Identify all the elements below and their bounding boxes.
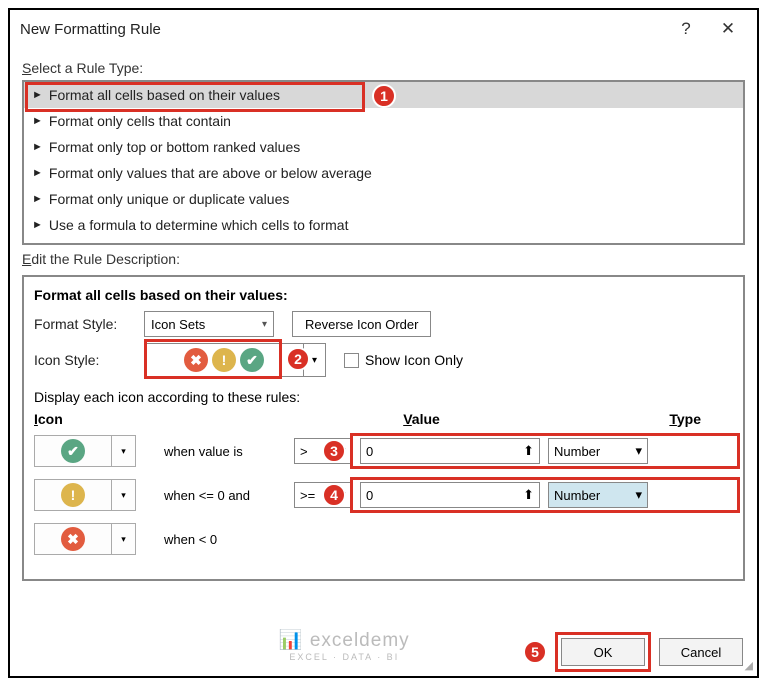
- chevron-down-icon: ▾: [635, 487, 642, 503]
- cancel-button[interactable]: Cancel: [659, 638, 743, 666]
- when-label: when <= 0 and: [164, 488, 294, 503]
- titlebar: New Formatting Rule ? ✕: [10, 10, 757, 48]
- desc-header: Format all cells based on their values:: [34, 287, 733, 303]
- value-input[interactable]: 0⬆: [360, 438, 540, 464]
- icon-red-x: ✖: [184, 348, 208, 372]
- chevron-down-icon: ▾: [262, 319, 267, 330]
- icon-rule-row: ✔ ▾ when value is >▾ 0⬆ Number▾ 3: [34, 431, 733, 471]
- format-style-label: Format Style:: [34, 316, 144, 332]
- icon-green-check: ✔: [61, 439, 85, 463]
- format-style-combo[interactable]: Icon Sets▾: [144, 311, 274, 337]
- rule-type-item[interactable]: ►Format only top or bottom ranked values: [24, 134, 743, 160]
- range-picker-icon[interactable]: ⬆: [523, 443, 534, 459]
- rule-type-item[interactable]: ►Format only values that are above or be…: [24, 160, 743, 186]
- rule-type-list[interactable]: ►Format all cells based on their values …: [22, 80, 745, 245]
- icon-rule-row: ✖ ▾ when < 0: [34, 519, 733, 559]
- annotation-badge-4: 4: [322, 483, 346, 507]
- select-rule-label: Select a Rule Type:: [22, 60, 745, 76]
- icon-style-label: Icon Style:: [34, 352, 144, 368]
- icon-yellow-exclaim: !: [212, 348, 236, 372]
- range-picker-icon[interactable]: ⬆: [523, 487, 534, 503]
- icon-yellow-exclaim: !: [61, 483, 85, 507]
- icon-picker[interactable]: ✔: [34, 435, 112, 467]
- close-button[interactable]: ✕: [707, 19, 749, 39]
- icon-picker[interactable]: ✖: [34, 523, 112, 555]
- column-headers: Icon Value Type: [34, 411, 733, 427]
- icon-picker-dropdown[interactable]: ▾: [112, 435, 136, 467]
- show-icon-only-checkbox[interactable]: [344, 353, 359, 368]
- icon-rule-row: ! ▾ when <= 0 and >=▾ 0⬆ Number▾ 4: [34, 475, 733, 515]
- rule-description-frame: Format all cells based on their values: …: [22, 275, 745, 581]
- icon-picker[interactable]: !: [34, 479, 112, 511]
- new-formatting-rule-dialog: New Formatting Rule ? ✕ Select a Rule Ty…: [8, 8, 759, 678]
- ok-button[interactable]: OK: [561, 638, 645, 666]
- icon-red-x: ✖: [61, 527, 85, 551]
- dialog-title: New Formatting Rule: [20, 21, 665, 38]
- icon-green-check: ✔: [240, 348, 264, 372]
- type-combo[interactable]: Number▾: [548, 482, 648, 508]
- rule-type-item[interactable]: ►Use a formula to determine which cells …: [24, 212, 743, 238]
- chevron-down-icon: ▾: [635, 443, 642, 459]
- rule-type-item[interactable]: ►Format only unique or duplicate values: [24, 186, 743, 212]
- annotation-badge-1: 1: [372, 84, 396, 108]
- icon-picker-dropdown[interactable]: ▾: [112, 479, 136, 511]
- resize-grip-icon[interactable]: ◢: [745, 659, 753, 672]
- value-input[interactable]: 0⬆: [360, 482, 540, 508]
- help-button[interactable]: ?: [665, 19, 707, 39]
- icon-picker-dropdown[interactable]: ▾: [112, 523, 136, 555]
- annotation-badge-3: 3: [322, 439, 346, 463]
- edit-desc-label: Edit the Rule Description:: [22, 251, 745, 267]
- when-label: when value is: [164, 444, 294, 459]
- watermark: 📊 exceldemy EXCEL · DATA · BI: [279, 628, 410, 662]
- type-combo[interactable]: Number▾: [548, 438, 648, 464]
- when-label: when < 0: [164, 532, 294, 547]
- display-rules-label: Display each icon according to these rul…: [34, 389, 733, 405]
- annotation-badge-5: 5: [523, 640, 547, 664]
- icon-style-combo[interactable]: ✖ ! ✔: [144, 343, 304, 377]
- reverse-icon-order-button[interactable]: Reverse Icon Order: [292, 311, 431, 337]
- rule-type-item[interactable]: ►Format only cells that contain: [24, 108, 743, 134]
- show-icon-only-label: Show Icon Only: [365, 352, 463, 368]
- annotation-badge-2: 2: [286, 347, 310, 371]
